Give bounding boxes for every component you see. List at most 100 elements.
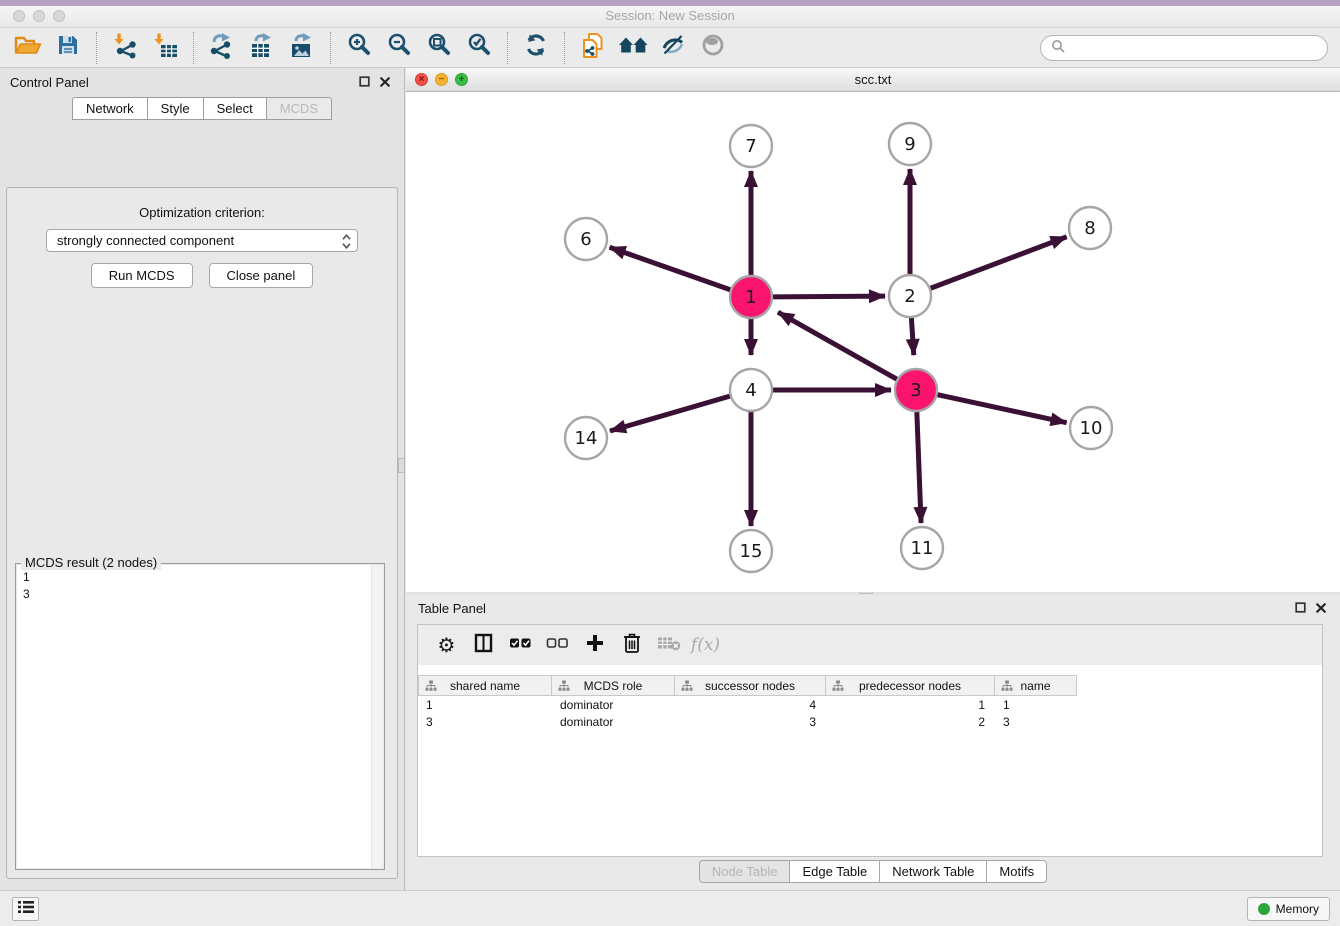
graph-node-10[interactable]: 10 <box>1070 407 1112 449</box>
search-input[interactable] <box>1071 40 1317 57</box>
graph-node-11[interactable]: 11 <box>901 527 943 569</box>
column-label: predecessor nodes <box>859 679 961 693</box>
tab-node-table[interactable]: Node Table <box>699 860 791 883</box>
table-row[interactable]: 1dominator411 <box>418 697 1322 713</box>
graph-node-4[interactable]: 4 <box>730 369 772 411</box>
vertical-splitter-handle[interactable] <box>398 458 405 473</box>
unselect-all-rows-button[interactable] <box>539 628 576 662</box>
minimize-view-button[interactable]: − <box>435 73 448 86</box>
toggle-graphics-details-button[interactable] <box>653 31 693 65</box>
result-scrollbar[interactable] <box>371 565 383 868</box>
table-panel: Table Panel ⚙ f(x) shared nameMCDS roles… <box>406 595 1340 890</box>
import-network-button[interactable] <box>105 31 145 65</box>
mcds-result-text[interactable]: 1 3 <box>17 565 383 868</box>
close-view-button[interactable]: × <box>415 73 428 86</box>
graph-edge-2-8[interactable] <box>931 237 1067 288</box>
graph-edge-1-2[interactable] <box>773 296 885 297</box>
zoom-view-button[interactable]: + <box>455 73 468 86</box>
home-icon <box>618 33 649 62</box>
column-header-shared-name[interactable]: shared name <box>418 675 552 696</box>
tab-network[interactable]: Network <box>72 97 148 120</box>
toolbar-separator <box>330 32 331 64</box>
delete-row-button[interactable] <box>613 628 650 662</box>
graph-node-3[interactable]: 3 <box>895 369 937 411</box>
graph-edge-4-14[interactable] <box>610 396 730 431</box>
graph-edge-3-11[interactable] <box>917 412 921 523</box>
network-window-titlebar[interactable]: ×−+ scc.txt <box>406 68 1340 92</box>
show-column-button[interactable] <box>465 628 502 662</box>
plus-icon <box>585 633 605 658</box>
column-header-successor-nodes[interactable]: successor nodes <box>675 675 826 696</box>
close-panel-icon[interactable] <box>380 75 390 90</box>
table-panel-title: Table Panel <box>418 601 486 616</box>
network-view-window: ×−+ scc.txt 1 2 3 4 6 7 8 9 10 11 14 15 <box>406 68 1340 592</box>
add-row-button[interactable] <box>576 628 613 662</box>
zoom-in-button[interactable] <box>339 31 379 65</box>
graph-edge-3-10[interactable] <box>937 395 1066 423</box>
graph-node-8[interactable]: 8 <box>1069 207 1111 249</box>
refresh-view-button[interactable] <box>516 31 556 65</box>
function-builder-button[interactable]: f(x) <box>687 628 724 662</box>
application-window: Session: New Session <box>0 0 1340 926</box>
export-network-button[interactable] <box>202 31 242 65</box>
zoom-in-icon <box>346 32 372 63</box>
svg-text:4: 4 <box>745 380 756 401</box>
table-options-button[interactable]: ⚙ <box>428 628 465 662</box>
graph-node-7[interactable]: 7 <box>730 125 772 167</box>
main-toolbar <box>0 28 1340 68</box>
memory-label: Memory <box>1276 902 1319 916</box>
graph-node-6[interactable]: 6 <box>565 218 607 260</box>
tab-network-table[interactable]: Network Table <box>879 860 987 883</box>
network-overview-button[interactable] <box>613 31 653 65</box>
network-window-controls: ×−+ <box>415 73 468 86</box>
svg-text:6: 6 <box>580 229 591 250</box>
graph-node-1[interactable]: 1 <box>730 276 772 318</box>
tab-style[interactable]: Style <box>147 97 204 120</box>
criterion-select[interactable]: strongly connected component <box>46 229 358 252</box>
table-row[interactable]: 3dominator323 <box>418 714 1322 730</box>
graph-node-15[interactable]: 15 <box>730 530 772 572</box>
open-session-button[interactable] <box>8 31 48 65</box>
zoom-out-button[interactable] <box>379 31 419 65</box>
svg-text:9: 9 <box>904 134 915 155</box>
close-panel-button[interactable]: Close panel <box>209 263 314 288</box>
search-box[interactable] <box>1040 35 1328 61</box>
save-session-button[interactable] <box>48 31 88 65</box>
column-header-predecessor-nodes[interactable]: predecessor nodes <box>826 675 995 696</box>
graph-node-2[interactable]: 2 <box>889 275 931 317</box>
graph-edge-3-1[interactable] <box>778 312 897 379</box>
tab-edge-table[interactable]: Edge Table <box>789 860 880 883</box>
float-panel-icon[interactable] <box>359 75 370 90</box>
task-history-button[interactable] <box>12 897 39 921</box>
close-panel-icon[interactable] <box>1316 601 1326 616</box>
export-image-button[interactable] <box>282 31 322 65</box>
birdseye-view-button[interactable] <box>693 31 733 65</box>
graph-edge-1-6[interactable] <box>610 247 731 289</box>
search-icon <box>1051 39 1065 58</box>
tab-select[interactable]: Select <box>203 97 267 120</box>
import-table-button[interactable] <box>145 31 185 65</box>
destroy-table-button[interactable] <box>650 628 687 662</box>
delete-table-icon <box>657 635 681 656</box>
zoom-selected-button[interactable] <box>459 31 499 65</box>
memory-button[interactable]: Memory <box>1247 897 1330 921</box>
zoom-fit-button[interactable] <box>419 31 459 65</box>
column-header-name[interactable]: name <box>995 675 1077 696</box>
memory-status-dot <box>1258 903 1270 915</box>
tab-mcds[interactable]: MCDS <box>266 97 332 120</box>
select-all-rows-button[interactable] <box>502 628 539 662</box>
graph-node-9[interactable]: 9 <box>889 123 931 165</box>
float-panel-icon[interactable] <box>1295 601 1306 616</box>
column-header-mcds-role[interactable]: MCDS role <box>552 675 675 696</box>
export-network-icon <box>208 32 236 64</box>
network-canvas[interactable]: 1 2 3 4 6 7 8 9 10 11 14 15 <box>406 92 1340 592</box>
run-mcds-button[interactable]: Run MCDS <box>91 263 193 288</box>
tab-motifs[interactable]: Motifs <box>986 860 1047 883</box>
export-table-button[interactable] <box>242 31 282 65</box>
fx-icon: f(x) <box>691 635 720 655</box>
graph-node-14[interactable]: 14 <box>565 417 607 459</box>
graph-edge-2-3[interactable] <box>911 318 913 355</box>
control-panel-tabs: NetworkStyleSelectMCDS <box>0 97 404 120</box>
duplicate-network-button[interactable] <box>573 31 613 65</box>
save-disk-icon <box>56 33 80 62</box>
